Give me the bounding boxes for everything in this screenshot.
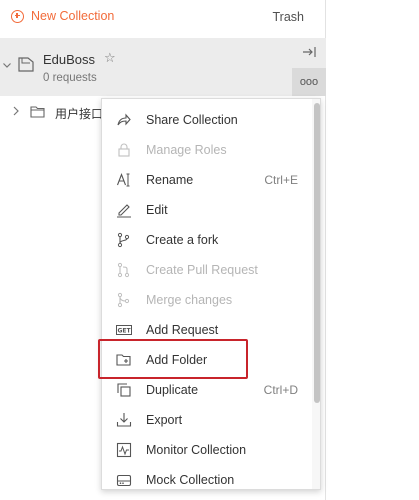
menu-item-share-collection[interactable]: Share Collection [102, 105, 312, 135]
fork-icon [116, 232, 132, 248]
menu-item-edit[interactable]: Edit [102, 195, 312, 225]
menu-item-rename[interactable]: Rename Ctrl+E [102, 165, 312, 195]
menu-item-add-folder[interactable]: Add Folder [102, 345, 312, 375]
menu-item-shortcut: Ctrl+D [263, 383, 298, 397]
share-icon [116, 112, 132, 128]
new-collection-label: New Collection [31, 9, 115, 23]
collection-row[interactable]: EduBoss ☆ 0 requests ooo [0, 38, 326, 96]
star-icon[interactable]: ☆ [104, 50, 116, 66]
menu-item-label: Rename [146, 173, 194, 187]
chevron-right-icon[interactable] [12, 106, 20, 116]
menu-item-label: Share Collection [146, 113, 238, 127]
monitor-icon [116, 442, 132, 458]
menu-scrollbar[interactable] [312, 99, 320, 489]
new-collection-button[interactable]: New Collection [11, 9, 114, 23]
chevron-down-icon[interactable] [2, 60, 12, 70]
menu-item-label: Duplicate [146, 383, 199, 397]
expand-panel-icon[interactable] [302, 45, 316, 59]
menu-item-label: Add Request [146, 323, 219, 337]
trash-tab[interactable]: Trash [273, 10, 305, 24]
collection-row-actions: ooo [292, 38, 326, 96]
menu-item-shortcut: Ctrl+E [264, 173, 298, 187]
rename-icon [116, 172, 132, 188]
collection-context-menu: Share Collection Manage Roles Rename Ctr… [101, 98, 321, 490]
menu-item-label: Add Folder [146, 353, 208, 367]
get-icon-text: GET [117, 328, 131, 335]
menu-item-label: Merge changes [146, 293, 233, 307]
add-folder-icon [116, 352, 132, 368]
menu-item-mock-collection[interactable]: Mock Collection [102, 465, 312, 489]
sidebar-topbar: New Collection Trash [0, 0, 326, 34]
menu-item-label: Create a fork [146, 233, 219, 247]
menu-item-label: Edit [146, 203, 168, 217]
get-request-icon: GET [116, 322, 132, 338]
folder-name: 用户接口 [55, 107, 104, 121]
merge-icon [116, 292, 132, 308]
lock-icon [116, 142, 132, 158]
export-icon [116, 412, 132, 428]
more-actions-button[interactable]: ooo [292, 68, 326, 96]
duplicate-icon [116, 382, 132, 398]
menu-item-merge-changes: Merge changes [102, 285, 312, 315]
collection-name: EduBoss [43, 52, 96, 67]
menu-item-create-pull-request: Create Pull Request [102, 255, 312, 285]
plus-circle-icon [11, 9, 24, 23]
menu-item-export[interactable]: Export [102, 405, 312, 435]
mock-server-icon [116, 472, 132, 488]
pull-request-icon [116, 262, 132, 278]
main-pane [327, 0, 419, 500]
menu-item-create-fork[interactable]: Create a fork [102, 225, 312, 255]
folder-icon [30, 105, 45, 118]
menu-scrollbar-thumb[interactable] [314, 103, 320, 403]
menu-item-label: Create Pull Request [146, 263, 258, 277]
menu-item-label: Export [146, 413, 183, 427]
menu-item-label: Mock Collection [146, 473, 235, 487]
collection-icon [18, 57, 34, 72]
menu-item-label: Manage Roles [146, 143, 227, 157]
menu-item-monitor-collection[interactable]: Monitor Collection [102, 435, 312, 465]
pencil-icon [116, 202, 132, 218]
menu-item-duplicate[interactable]: Duplicate Ctrl+D [102, 375, 312, 405]
menu-item-label: Monitor Collection [146, 443, 247, 457]
menu-item-manage-roles: Manage Roles [102, 135, 312, 165]
collection-request-count: 0 requests [43, 72, 97, 84]
menu-item-add-request[interactable]: GET Add Request [102, 315, 312, 345]
